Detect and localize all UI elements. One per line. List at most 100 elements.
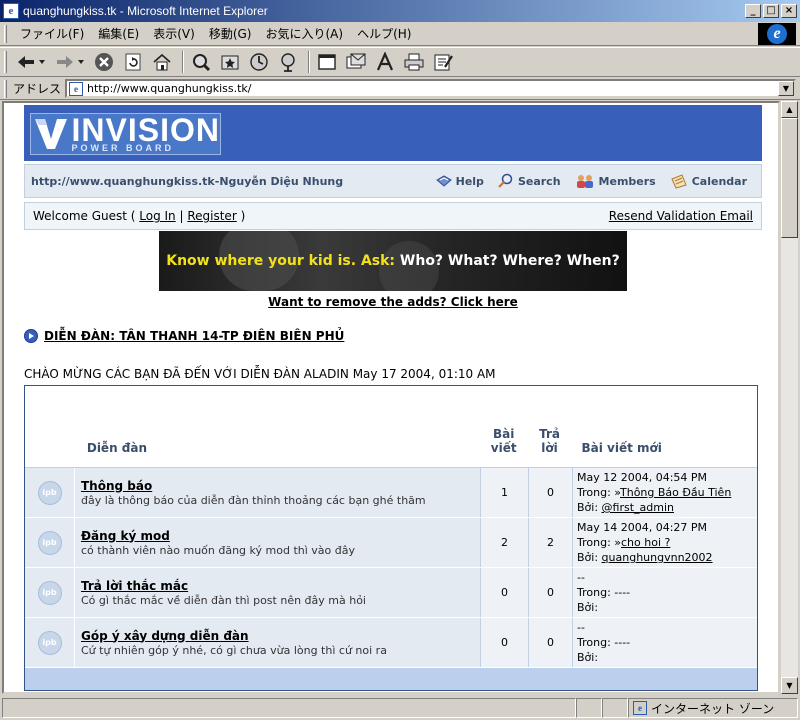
font-icon[interactable] [372,50,398,74]
help-label[interactable]: Help [456,175,484,188]
header-posts: Bài viết [490,427,517,455]
board-header: INVISION POWER BOARD [24,105,762,161]
menu-file[interactable]: ファイル(F) [13,23,91,44]
close-button[interactable]: × [781,4,797,18]
internet-zone-icon: e [633,701,647,715]
edit-icon[interactable] [430,50,456,74]
ad-banner[interactable]: Know where your kid is. Ask: Who? What? … [159,231,627,291]
calendar-label[interactable]: Calendar [692,175,747,188]
last-post-in-label: Trong: » [577,536,621,549]
forum-description: có thành viên nào muốn đăng ký mod thì v… [81,543,355,557]
last-post-author-link[interactable]: @first_admin [602,501,674,514]
mail-icon[interactable] [343,50,369,74]
status-bar: e インターネット ゾーン [0,696,800,720]
banner-text-white: Who? What? Where? When? [395,253,620,269]
forum-last-post: May 14 2004, 04:27 PM Trong: »cho hoi ? … [573,518,757,567]
back-icon[interactable] [13,50,49,74]
welcome-bar: Welcome Guest ( Log In | Register ) Rese… [24,202,762,230]
home-icon[interactable] [149,50,175,74]
browser-viewport: INVISION POWER BOARD http://www.quanghun… [2,101,780,694]
maximize-button[interactable]: □ [763,4,779,18]
address-value[interactable]: http://www.quanghungkiss.tk/ [87,82,778,95]
refresh-icon[interactable] [120,50,146,74]
forum-row: ipb Đăng ký mod có thành viên nào muốn đ… [25,518,757,568]
forum-reply-count: 0 [529,618,573,667]
scroll-thumb[interactable] [781,118,798,238]
search-icon[interactable] [188,50,214,74]
search-icon [498,173,513,188]
forum-last-post: -- Trong: ---- Bởi: [573,618,757,667]
menu-edit[interactable]: 編集(E) [91,23,146,44]
menu-go[interactable]: 移動(G) [202,23,259,44]
greeting-text: CHÀO MỪNG CÁC BẠN ĐÃ ĐẾN VỚI DIỄN ĐÀN AL… [24,367,496,381]
fullscreen-icon[interactable] [314,50,340,74]
forum-table-footer [25,668,757,690]
last-post-author-link[interactable]: quanghungvnn2002 [602,551,713,564]
resend-validation-link[interactable]: Resend Validation Email [609,209,753,223]
channels-icon[interactable] [275,50,301,74]
header-replies: Trả lời [539,427,560,455]
search-link[interactable]: Search [498,173,561,189]
forum-status-icon[interactable]: ipb [37,580,62,605]
forum-name-link[interactable]: Đăng ký mod [81,529,480,543]
help-icon [435,175,452,187]
stop-icon[interactable] [91,50,117,74]
welcome-separator: | [175,209,188,223]
last-post-topic-link[interactable]: cho hoi ? [621,536,670,549]
menu-help[interactable]: ヘルプ(H) [350,23,418,44]
address-input[interactable]: e http://www.quanghungkiss.tk/ ▼ [65,79,796,98]
invision-logo[interactable]: INVISION POWER BOARD [30,113,221,155]
forum-row: ipb Thông báo đây là thông báo của diễn … [25,468,757,518]
address-dropdown-icon[interactable]: ▼ [778,81,794,96]
vertical-scrollbar[interactable]: ▲ ▼ [780,101,798,694]
page-icon: e [69,81,84,96]
window-title: quanghungkiss.tk - Microsoft Internet Ex… [23,4,268,18]
members-label[interactable]: Members [599,175,656,188]
ie-window-icon[interactable]: e [3,3,19,19]
last-post-by-label: Bởi: [577,551,602,564]
remove-ads-link[interactable]: Want to remove the adds? Click here [268,295,518,309]
forum-status-icon[interactable]: ipb [37,530,62,555]
addressbar-grip[interactable] [4,79,7,98]
menu-favorites[interactable]: お気に入り(A) [258,23,350,44]
status-zone: e インターネット ゾーン [628,698,798,718]
print-icon[interactable] [401,50,427,74]
favorites-icon[interactable] [217,50,243,74]
menu-view[interactable]: 表示(V) [146,23,202,44]
forum-reply-count: 0 [529,568,573,617]
menubar-grip[interactable] [4,24,7,43]
calendar-icon [671,174,687,189]
header-last-post: Bài viết mới [581,441,662,455]
board-name-link[interactable]: DIỄN ĐÀN: TÂN THANH 14-TP ĐIÊN BIÊN PHỦ [44,329,344,343]
address-bar: アドレス e http://www.quanghungkiss.tk/ ▼ [0,78,800,100]
last-post-date: May 12 2004, 04:54 PM [577,471,708,484]
minimize-button[interactable]: _ [745,4,761,18]
forum-name-link[interactable]: Trả lời thắc mắc [81,579,480,593]
register-link[interactable]: Register [187,209,236,223]
forum-reply-count: 0 [529,468,573,517]
invision-v-icon [31,114,72,154]
status-message [2,698,576,718]
calendar-link[interactable]: Calendar [670,173,747,189]
forum-status-icon[interactable]: ipb [37,480,62,505]
scroll-up-icon[interactable]: ▲ [781,101,798,118]
forum-name-link[interactable]: Thông báo [81,479,480,493]
toolbar-grip[interactable] [4,51,7,73]
login-link[interactable]: Log In [139,209,175,223]
help-link[interactable]: Help [435,174,484,188]
forum-page: INVISION POWER BOARD http://www.quanghun… [24,105,762,691]
nav-strip: DIỄN ĐÀN: TÂN THANH 14-TP ĐIÊN BIÊN PHỦ [24,329,762,343]
forum-status-icon[interactable]: ipb [37,630,62,655]
search-label[interactable]: Search [518,175,561,188]
forum-name-link[interactable]: Góp ý xây dựng diễn đàn [81,629,480,643]
history-icon[interactable] [246,50,272,74]
members-link[interactable]: Members [575,173,656,189]
ie-throbber: e [758,23,796,45]
forum-row: ipb Góp ý xây dựng diễn đàn Cứ tự nhiên … [25,618,757,668]
header-forum: Diễn đàn [86,441,148,455]
last-post-topic-link[interactable]: Thông Báo Đầu Tiên [620,486,731,499]
forum-description: đây là thông báo của diễn đàn thỉnh thoả… [81,493,426,507]
scroll-down-icon[interactable]: ▼ [781,677,798,694]
nav-bullet-icon [24,329,38,343]
forward-icon[interactable] [52,50,88,74]
